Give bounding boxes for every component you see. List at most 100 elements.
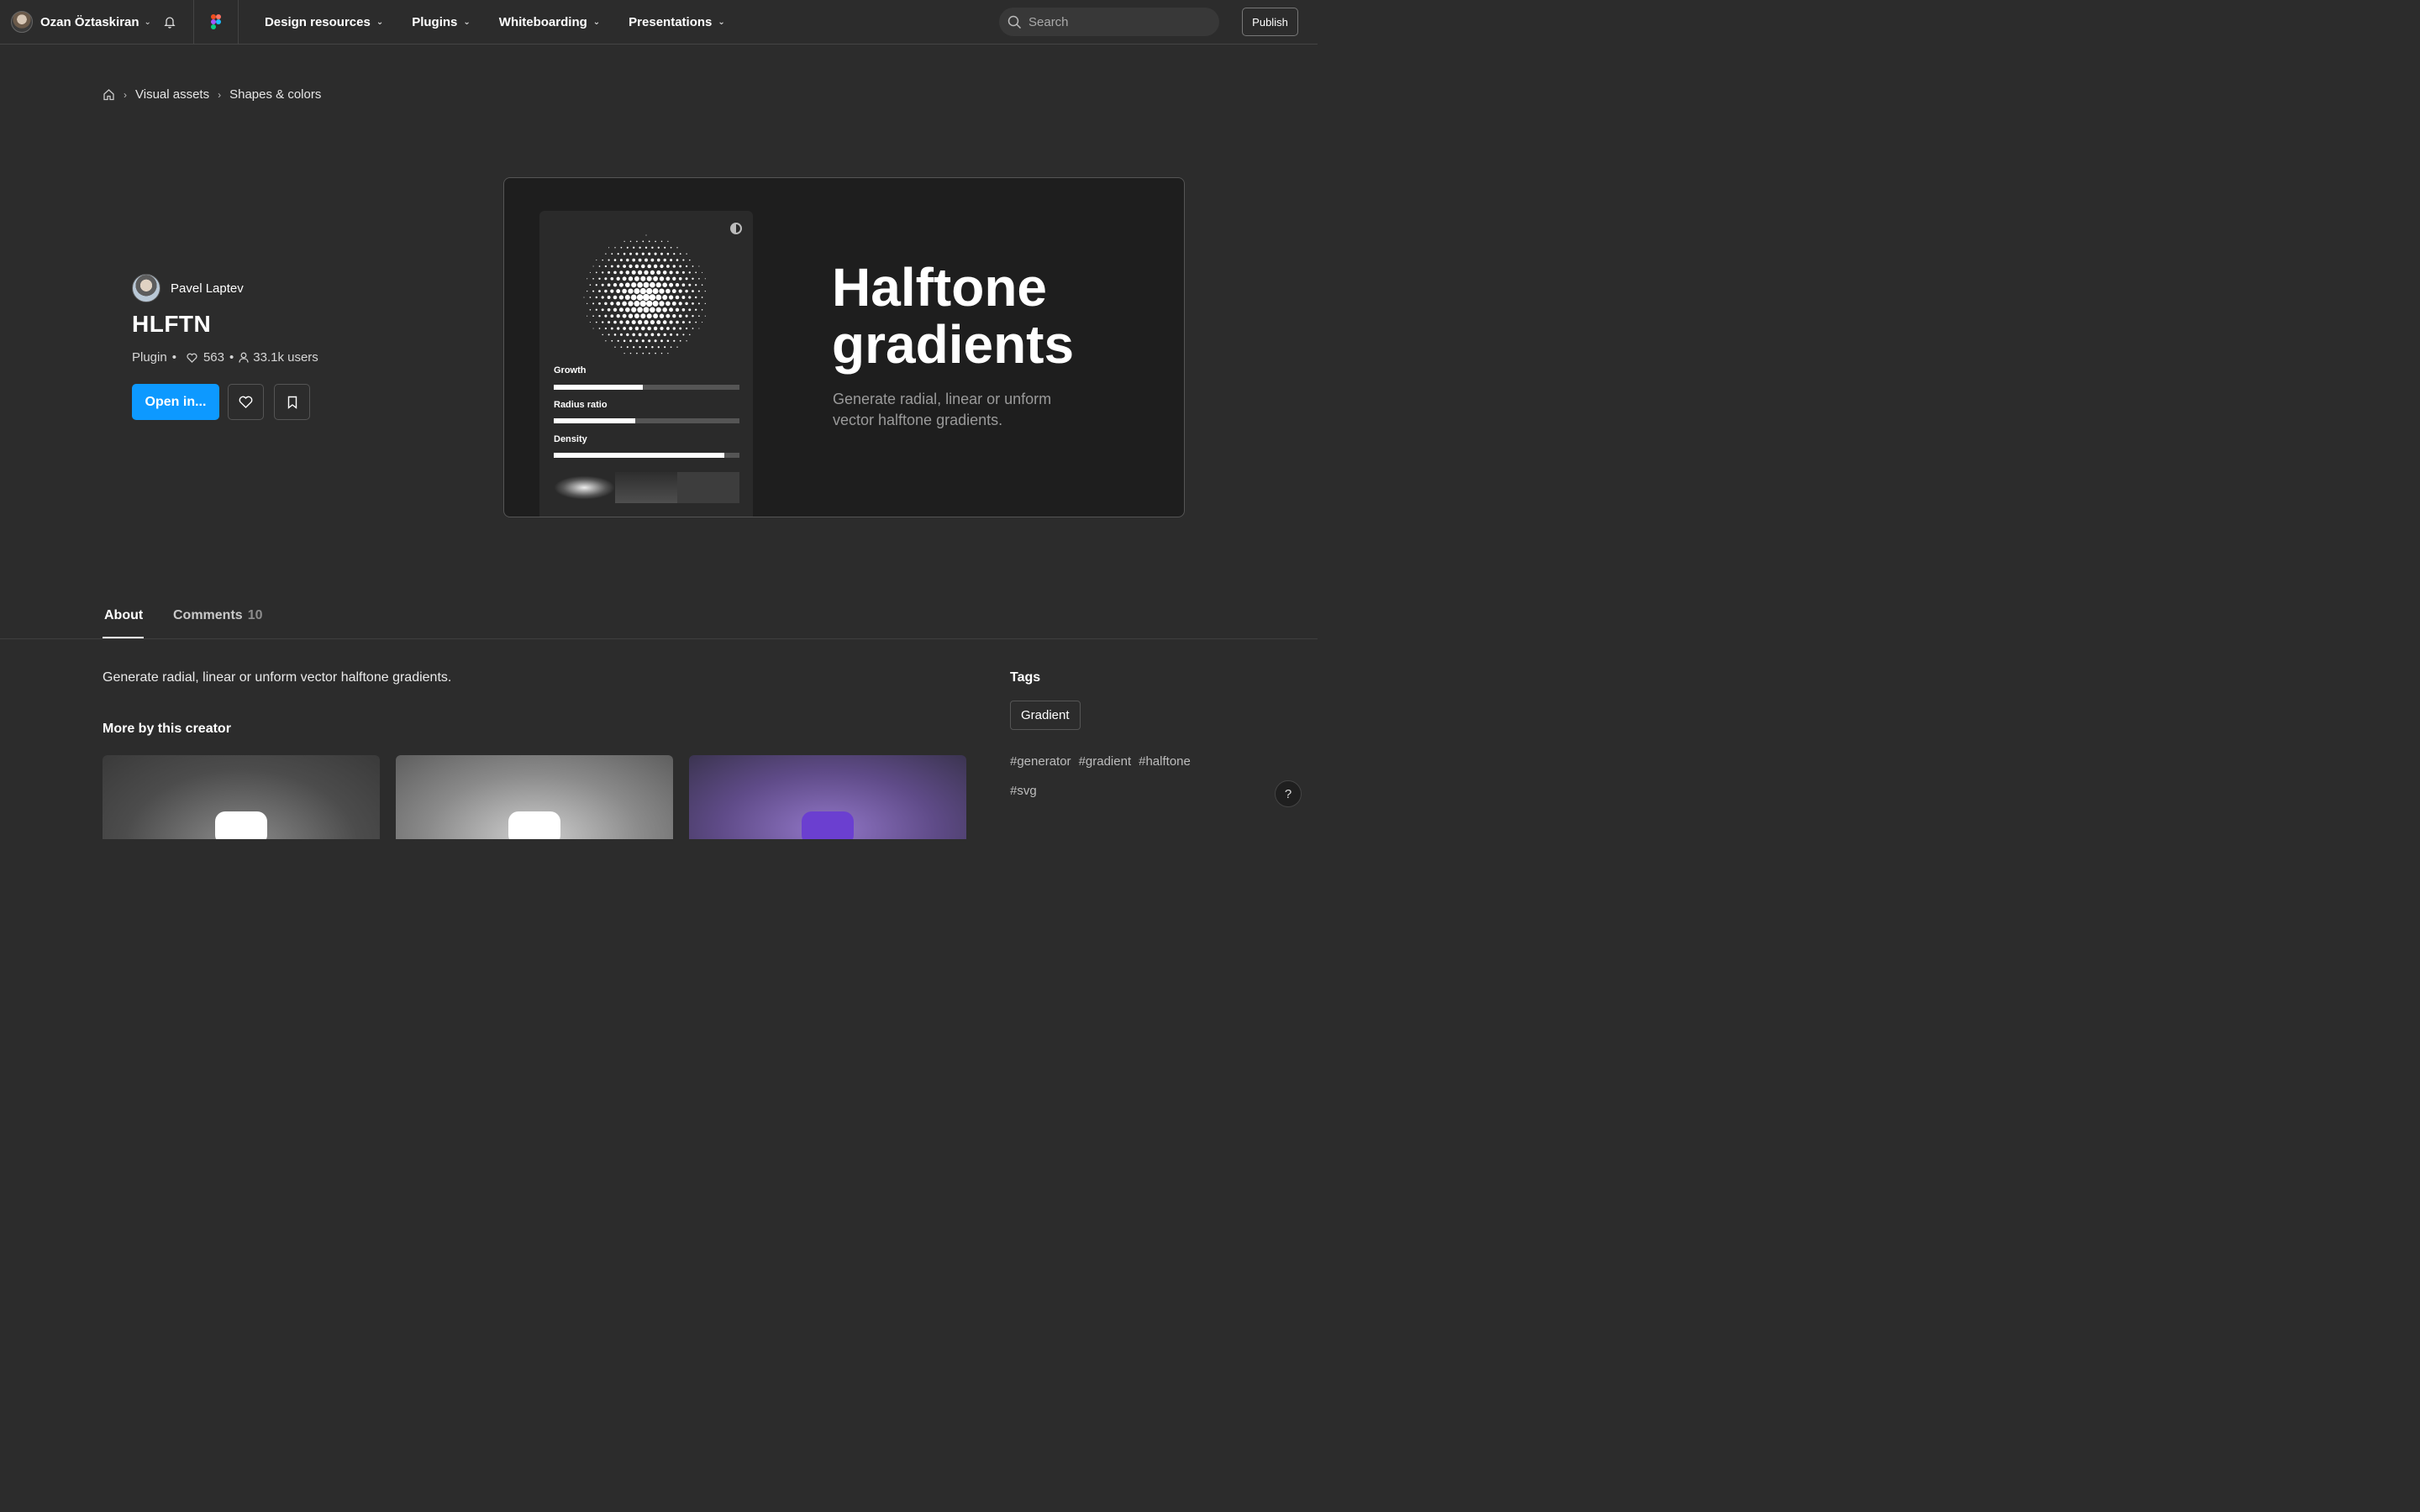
creator-plugin-card[interactable]: [689, 755, 966, 839]
slider-radius-ratio: [554, 418, 739, 423]
hashtag[interactable]: #gradient: [1079, 754, 1132, 769]
halftone-dot: [704, 302, 706, 305]
plugin-type: Plugin: [132, 350, 167, 365]
halftone-dot: [668, 295, 674, 300]
creator[interactable]: Pavel Laptev: [132, 274, 244, 302]
halftone-dot: [681, 270, 685, 274]
halftone-dot: [626, 246, 629, 249]
halftone-dot: [669, 282, 674, 287]
like-button[interactable]: [228, 384, 264, 420]
open-in-button[interactable]: Open in...: [132, 384, 219, 420]
slider-fill: [554, 418, 636, 423]
halftone-dot: [676, 320, 679, 324]
halftone-dot: [664, 246, 666, 249]
separator-dot: •: [229, 350, 234, 365]
creator-avatar: [132, 274, 160, 302]
halftone-dot: [663, 258, 666, 262]
halftone-dot: [619, 333, 623, 336]
bookmark-button[interactable]: [274, 384, 310, 420]
nav-presentations[interactable]: Presentations ⌄: [629, 15, 725, 29]
user-name: Ozan Öztaskiran: [40, 14, 139, 29]
halftone-dot: [655, 294, 662, 301]
breadcrumb-shapes-colors[interactable]: Shapes & colors: [229, 87, 321, 102]
halftone-dot: [643, 307, 650, 313]
halftone-dot: [614, 247, 616, 249]
help-button[interactable]: ?: [1275, 780, 1302, 807]
halftone-dot: [678, 302, 682, 306]
halftone-dot: [634, 300, 640, 307]
halftone-dot: [629, 252, 632, 255]
halftone-dot: [611, 339, 613, 342]
halftone-dot: [634, 326, 639, 331]
halftone-dot: [631, 307, 637, 312]
halftone-dot: [664, 346, 666, 349]
halftone-dot: [671, 301, 676, 306]
figma-logo-icon[interactable]: [194, 0, 238, 45]
halftone-dot: [649, 294, 656, 301]
halftone-dot: [666, 327, 670, 330]
creator-plugin-card[interactable]: [396, 755, 673, 839]
halftone-dot: [638, 258, 642, 262]
halftone-dot: [672, 314, 676, 318]
hashtag[interactable]: #svg: [1010, 784, 1037, 798]
halftone-dot: [641, 264, 645, 269]
halftone-dot: [686, 340, 687, 342]
halftone-dot: [625, 320, 630, 324]
halftone-dot: [631, 320, 636, 325]
publish-button[interactable]: Publish: [1242, 8, 1298, 36]
halftone-dot: [601, 308, 604, 312]
halftone-dot: [640, 313, 646, 319]
halftone-dot: [617, 253, 619, 255]
creator-plugin-card[interactable]: [103, 755, 380, 839]
search-input[interactable]: [1028, 14, 1205, 29]
halftone-dot: [617, 339, 619, 342]
halftone-dot: [639, 346, 641, 349]
halftone-dot: [604, 277, 608, 281]
tag-chip-gradient[interactable]: Gradient: [1010, 701, 1081, 730]
halftone-dot: [601, 296, 604, 299]
users-count: 33.1k users: [253, 350, 318, 365]
search-box[interactable]: [999, 8, 1219, 36]
hashtag[interactable]: #generator: [1010, 754, 1071, 769]
halftone-dot: [650, 333, 655, 337]
halftone-dot: [692, 265, 694, 267]
home-icon[interactable]: [103, 88, 115, 101]
halftone-dot: [660, 339, 663, 343]
halftone-dot: [667, 352, 669, 354]
halftone-dot: [662, 320, 667, 324]
halftone-dot: [608, 270, 611, 274]
halftone-dot: [654, 252, 657, 255]
bell-icon[interactable]: [163, 15, 176, 29]
hero-title-line: gradients: [832, 314, 1075, 375]
halftone-dot: [592, 277, 594, 280]
halftone-dot: [620, 346, 623, 349]
halftone-dot: [637, 281, 643, 288]
halftone-dot: [625, 270, 630, 275]
halftone-dot: [675, 283, 680, 287]
halftone-dot: [637, 270, 643, 276]
halftone-dot: [698, 277, 700, 280]
tab-about[interactable]: About: [104, 608, 143, 623]
active-tab-indicator: [103, 637, 144, 638]
halftone-dot: [655, 282, 661, 288]
nav-plugins[interactable]: Plugins ⌄: [412, 15, 471, 29]
hashtag[interactable]: #halftone: [1139, 754, 1191, 769]
breadcrumb-visual-assets[interactable]: Visual assets: [135, 87, 209, 102]
nav-whiteboarding[interactable]: Whiteboarding ⌄: [499, 15, 600, 29]
user-menu[interactable]: Ozan Öztaskiran ⌄: [0, 0, 193, 45]
halftone-dot: [631, 282, 637, 288]
halftone-dot: [642, 352, 644, 354]
chevron-down-icon: ⌄: [376, 17, 384, 27]
nav-design-resources[interactable]: Design resources ⌄: [265, 15, 383, 29]
halftone-dot: [652, 300, 659, 307]
chevron-down-icon: ⌄: [592, 17, 601, 27]
halftone-dot: [589, 284, 592, 286]
halftone-dot: [632, 333, 636, 337]
halftone-dot: [623, 339, 626, 343]
search-icon: [1007, 15, 1022, 29]
creator-name[interactable]: Pavel Laptev: [171, 281, 244, 296]
halftone-dot: [681, 296, 686, 299]
halftone-dot: [688, 283, 692, 286]
halftone-dot: [662, 307, 667, 312]
tab-comments[interactable]: Comments 10: [173, 608, 262, 623]
